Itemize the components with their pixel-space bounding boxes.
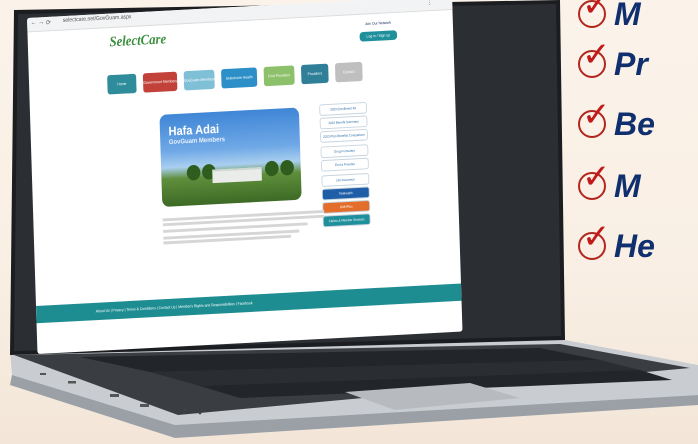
forward-icon[interactable]: → (38, 19, 44, 26)
back-icon[interactable]: ← (30, 19, 36, 26)
join-network-link[interactable]: Join Our Network (359, 20, 397, 30)
checkmark-icon: ✓ (582, 217, 611, 257)
side-link-life-insurance[interactable]: Life Insurance (321, 172, 370, 188)
checklist-item: ✓ He (574, 220, 698, 266)
tile-government-members[interactable]: Government Members (142, 71, 178, 93)
body-text-block (162, 208, 325, 246)
side-link-gmhplus[interactable]: GMHPlus (322, 199, 371, 214)
login-button[interactable]: Log in / Sign up (359, 30, 398, 42)
hero-banner: Hafa Adai GovGuam Members (159, 107, 302, 207)
tile-providers[interactable]: Providers (300, 63, 329, 85)
tree-shape (186, 164, 201, 181)
tile-contact[interactable]: Contact (334, 61, 363, 83)
promo-scene: ← → ⟳ selectcare.net/GovGuam.aspx ⋮ Sele… (0, 0, 698, 444)
checkmark-icon: ✓ (582, 35, 611, 75)
checklist-item: ✓ M (574, 0, 698, 34)
laptop-screen: ← → ⟳ selectcare.net/GovGuam.aspx ⋮ Sele… (27, 0, 463, 354)
side-link-benefit-summary[interactable]: 2023 Benefit Summary (319, 115, 368, 130)
side-link-enrollment-kit[interactable]: 2023 Enrollment Kit (319, 101, 368, 116)
hero-title: Hafa Adai (168, 121, 220, 139)
side-link-find-provider[interactable]: Find a Provider (320, 157, 369, 172)
tree-shape (280, 159, 295, 176)
tile-home[interactable]: Home (107, 73, 137, 95)
checkmark-icon: ✓ (582, 157, 611, 197)
side-link-claims[interactable]: Claims & Member Services (322, 213, 371, 228)
checklist-item: ✓ Pr (574, 38, 698, 84)
tile-find-providers[interactable]: Find Providers (263, 65, 295, 87)
side-link-telehealth[interactable]: Telehealth (321, 186, 370, 201)
feature-checklist: ✓ M ✓ Pr ✓ Be ✓ M ✓ He (574, 0, 698, 300)
checkmark-icon: ✓ (582, 95, 611, 135)
side-link-plan-comparison[interactable]: 2023 Plan Benefits Comparison (320, 128, 368, 143)
reload-icon[interactable]: ⟳ (46, 19, 51, 27)
tree-shape (264, 160, 279, 177)
menu-icon[interactable]: ⋮ (427, 0, 433, 6)
footer-links[interactable]: About Us | Privacy | Terms & Conditions … (96, 300, 253, 313)
tile-govguam-members[interactable]: GovGuam Members (183, 69, 215, 91)
side-link-drug-formulary[interactable]: Drug Formulary (320, 144, 369, 159)
checklist-item: ✓ Be (574, 98, 698, 144)
url-field[interactable]: selectcare.net/GovGuam.aspx (63, 14, 132, 23)
checkmark-icon: ✓ (582, 0, 611, 25)
tile-selectcare-health[interactable]: Selectcare Health Members (221, 67, 258, 99)
site-footer: About Us | Privacy | Terms & Conditions … (36, 283, 462, 324)
building-shape (212, 167, 262, 184)
site-logo[interactable]: SelectCare (109, 32, 166, 51)
checklist-item: ✓ M (574, 160, 698, 206)
